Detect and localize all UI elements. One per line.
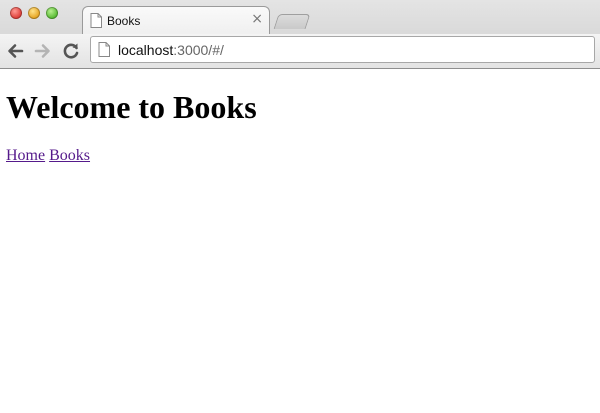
page-icon — [90, 13, 102, 33]
browser-toolbar: localhost:3000/#/ — [0, 34, 600, 68]
nav-links: Home Books — [6, 147, 90, 165]
reload-icon[interactable] — [60, 40, 82, 62]
new-tab-icon[interactable] — [273, 14, 311, 29]
browser-tab[interactable]: Books × — [82, 6, 270, 35]
tab-title: Books — [107, 14, 141, 28]
books-link[interactable]: Books — [49, 147, 90, 164]
tab-strip: Books × — [0, 0, 600, 35]
home-link[interactable]: Home — [6, 147, 45, 164]
browser-chrome: Books × localhost:3000/#/ — [0, 0, 600, 69]
close-icon[interactable]: × — [251, 12, 263, 26]
page-content: Welcome to Books Home Books — [0, 69, 600, 413]
forward-arrow-icon[interactable] — [32, 40, 54, 62]
address-bar[interactable]: localhost:3000/#/ — [90, 36, 595, 63]
page-icon — [98, 42, 110, 62]
url-text: localhost:3000/#/ — [118, 42, 224, 58]
url-host: localhost — [118, 42, 174, 58]
window-zoom-button[interactable] — [46, 7, 58, 19]
window-controls — [10, 7, 58, 19]
window-minimize-button[interactable] — [28, 7, 40, 19]
window-close-button[interactable] — [10, 7, 22, 19]
url-path: :3000/#/ — [173, 42, 224, 58]
back-arrow-icon[interactable] — [4, 40, 26, 62]
page-title: Welcome to Books — [6, 89, 257, 125]
